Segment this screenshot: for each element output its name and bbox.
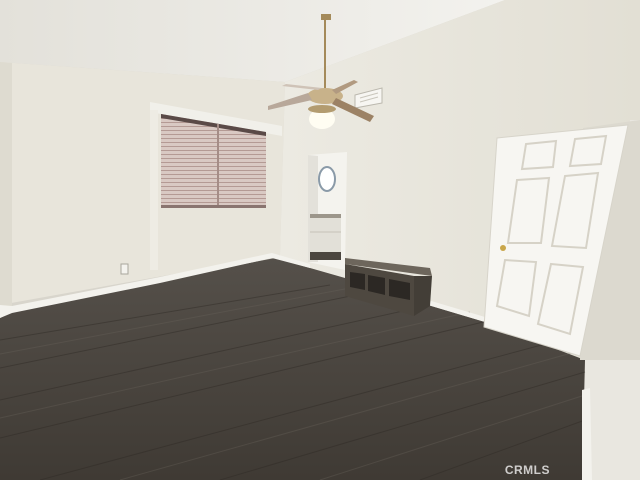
room-illustration [0, 0, 640, 480]
wall-outlet [120, 263, 129, 275]
round-mirror [318, 166, 336, 192]
bedroom-door [483, 120, 640, 360]
watermark-text: CRMLS [504, 463, 550, 477]
hallway-opening [308, 152, 347, 270]
vanity-cabinet [310, 216, 341, 256]
door-knob [500, 245, 506, 251]
room-photo: CRMLS [0, 0, 640, 480]
